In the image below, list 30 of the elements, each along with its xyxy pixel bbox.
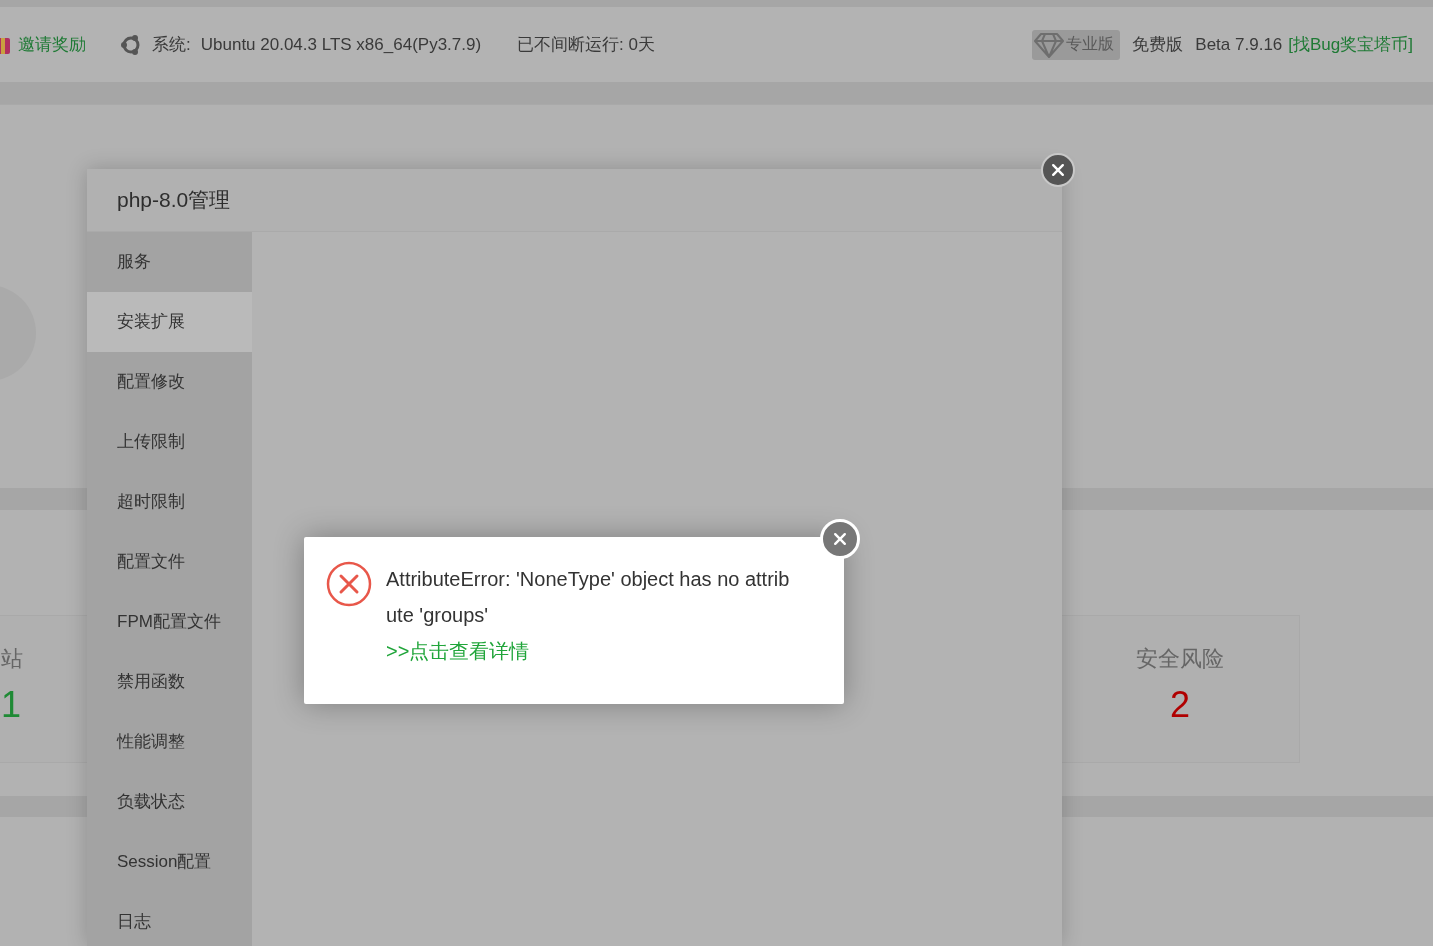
menu-item[interactable]: 禁用函数 [87,652,252,712]
stat-label: 站 [1,645,23,673]
menu-item[interactable]: 负载状态 [87,772,252,832]
ubuntu-icon [120,33,142,56]
invite-link[interactable]: 邀请奖励 [18,33,86,56]
error-message: AttributeError: 'NoneType' object has no attribute 'groups' [386,567,790,628]
system-value: Ubuntu 20.04.3 LTS x86_64(Py3.7.9) [200,34,482,55]
error-icon [326,561,372,607]
diamond-icon [1034,31,1065,58]
details-link[interactable]: >>点击查看详情 [386,633,790,669]
close-icon [832,531,848,547]
menu-item[interactable]: 安装扩展 [87,292,252,352]
menu-item[interactable]: 性能调整 [87,712,252,772]
menu-item[interactable]: 超时限制 [87,472,252,532]
stat-value: 2 [1170,684,1190,726]
menu-item[interactable]: 配置文件 [87,532,252,592]
bug-bounty-link[interactable]: [找Bug奖宝塔币] [1288,33,1413,56]
stat-label: 安全风险 [1136,645,1224,673]
version-text: Beta 7.9.16 [1195,34,1283,55]
menu-item[interactable]: 配置修改 [87,352,252,412]
menu-item[interactable]: 上传限制 [87,412,252,472]
menu-item[interactable]: 日志 [87,892,252,946]
menu-item[interactable]: 服务 [87,232,252,292]
menu-item[interactable]: Session配置 [87,832,252,892]
edition-text: 免费版 [1132,34,1184,56]
system-label: 系统: [152,34,191,56]
stat-value: 1 [1,684,22,726]
close-icon [1050,162,1066,178]
uptime-text: 已不间断运行: 0天 [517,34,655,56]
menu-item[interactable]: FPM配置文件 [87,592,252,652]
